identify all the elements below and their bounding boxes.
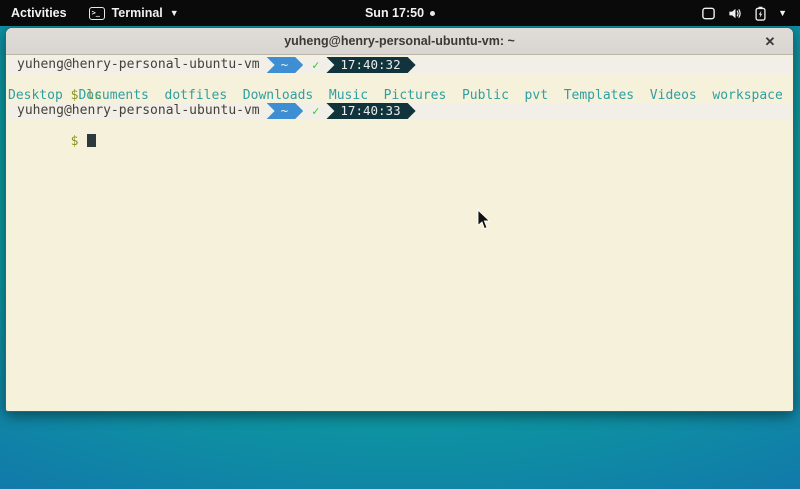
- time-label: 17:40:33: [340, 103, 400, 119]
- current-command-line: $: [8, 119, 791, 134]
- top-bar-left: Activities >_ Terminal ▼: [0, 0, 190, 26]
- prompt-line-1: yuheng@henry-personal-ubuntu-vm ~ ✓ 17:4…: [8, 57, 791, 73]
- desktop-background: Activities >_ Terminal ▼ Sun 17:50: [0, 0, 800, 489]
- window-title: yuheng@henry-personal-ubuntu-vm: ~: [284, 34, 515, 48]
- time-segment: 17:40:33: [326, 103, 415, 119]
- time-segment: 17:40:32: [326, 57, 415, 73]
- app-menu-label: Terminal: [112, 6, 163, 20]
- app-menu-terminal[interactable]: >_ Terminal ▼: [78, 0, 190, 26]
- terminal-app-icon: >_: [89, 7, 105, 20]
- status-check-icon: ✓: [312, 103, 319, 119]
- prompt-symbol: $: [71, 134, 79, 149]
- cwd-segment: ~: [267, 57, 304, 73]
- cwd-segment: ~: [267, 103, 304, 119]
- clock-label: Sun 17:50: [365, 6, 424, 20]
- titlebar[interactable]: yuheng@henry-personal-ubuntu-vm: ~ ✕: [6, 28, 793, 55]
- terminal-content[interactable]: yuheng@henry-personal-ubuntu-vm ~ ✓ 17:4…: [6, 55, 793, 412]
- ls-output: Desktop Documents dotfiles Downloads Mus…: [8, 88, 791, 103]
- prompt-user-host: yuheng@henry-personal-ubuntu-vm: [8, 103, 260, 119]
- prompt-user-host: yuheng@henry-personal-ubuntu-vm: [8, 57, 260, 73]
- clock-button[interactable]: Sun 17:50: [357, 0, 443, 26]
- text-cursor: [87, 134, 96, 147]
- mouse-cursor-icon: [477, 209, 491, 230]
- activities-button[interactable]: Activities: [0, 0, 78, 26]
- display-icon: [701, 6, 716, 21]
- battery-charging-icon: [754, 6, 767, 21]
- system-status-menu[interactable]: ▼: [688, 0, 800, 26]
- chevron-down-icon: ▼: [170, 9, 179, 18]
- top-bar: Activities >_ Terminal ▼ Sun 17:50: [0, 0, 800, 26]
- chevron-down-icon: ▼: [778, 9, 787, 18]
- close-button[interactable]: ✕: [757, 28, 783, 55]
- top-bar-right: ▼: [688, 0, 800, 26]
- time-label: 17:40:32: [340, 57, 400, 73]
- volume-icon: [727, 6, 743, 21]
- command-line: $ls: [8, 73, 791, 88]
- notification-dot-icon: [430, 11, 435, 16]
- status-check-icon: ✓: [312, 57, 319, 73]
- terminal-window: yuheng@henry-personal-ubuntu-vm: ~ ✕ yuh…: [5, 27, 794, 412]
- prompt-line-2: yuheng@henry-personal-ubuntu-vm ~ ✓ 17:4…: [8, 103, 791, 119]
- cwd-label: ~: [281, 57, 289, 73]
- cwd-label: ~: [281, 103, 289, 119]
